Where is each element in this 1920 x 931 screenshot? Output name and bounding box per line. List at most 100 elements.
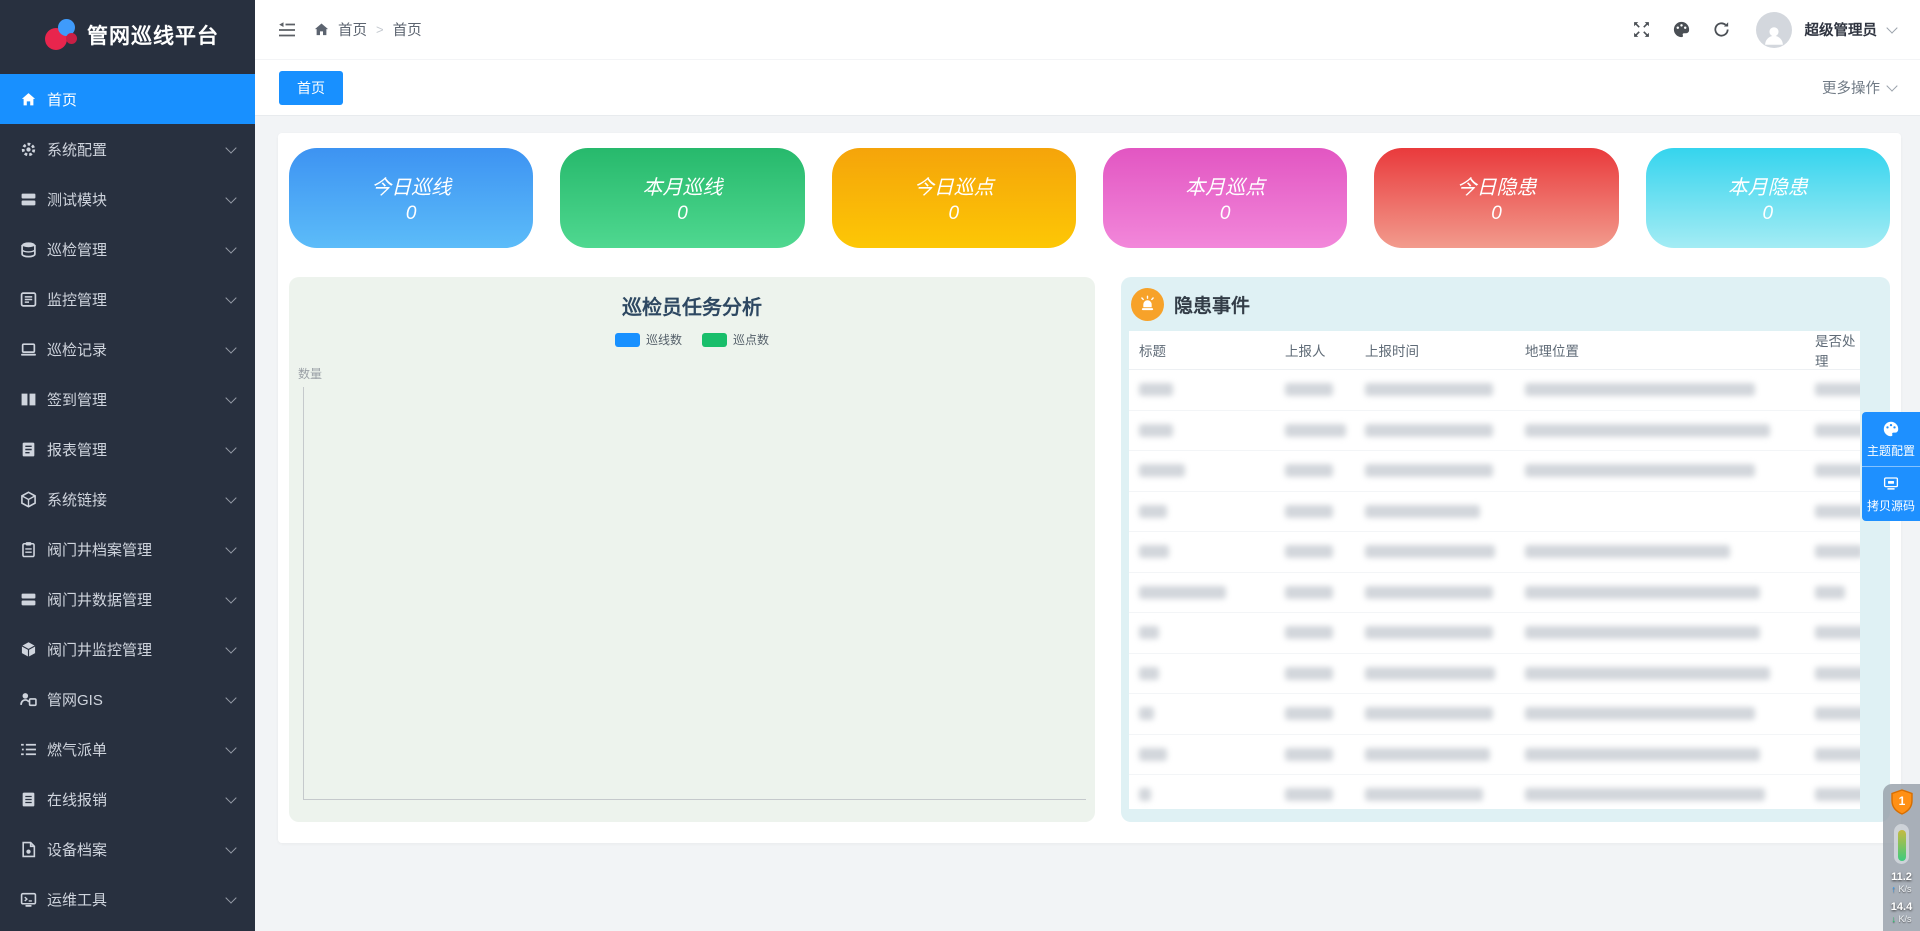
chevron-down-icon: [225, 242, 236, 253]
chart-title: 巡检员任务分析: [289, 291, 1095, 320]
upload-speed: 11.2 ↑ K/s: [1891, 871, 1912, 894]
tab-home[interactable]: 首页: [279, 71, 343, 105]
sidebar-item-1[interactable]: 首页: [0, 74, 255, 124]
sidebar-item-12[interactable]: 阀门井监控管理: [0, 624, 255, 674]
hazard-panel-header: 隐患事件: [1121, 277, 1890, 321]
sidebar-item-5[interactable]: 监控管理: [0, 274, 255, 324]
table-row[interactable]: [1129, 492, 1860, 533]
chevron-down-icon: [225, 842, 236, 853]
chevron-down-icon: [225, 442, 236, 453]
table-row[interactable]: [1129, 411, 1860, 452]
breadcrumb-current: 首页: [393, 19, 422, 40]
redacted-text: [1525, 586, 1760, 599]
redacted-text: [1525, 424, 1770, 437]
redacted-text: [1365, 748, 1490, 761]
column-header: 地理位置: [1515, 340, 1805, 360]
sidebar-item-3[interactable]: 测试模块: [0, 174, 255, 224]
redacted-text: [1139, 626, 1159, 639]
copy-source-button[interactable]: 拷贝源码: [1862, 466, 1920, 521]
table-row[interactable]: [1129, 775, 1860, 809]
table-row[interactable]: [1129, 654, 1860, 695]
logo-icon: [44, 18, 78, 52]
refresh-icon[interactable]: [1712, 20, 1731, 39]
sidebar-item-4[interactable]: 巡检管理: [0, 224, 255, 274]
redacted-text: [1365, 424, 1493, 437]
column-header: 上报人: [1275, 340, 1355, 360]
redacted-text: [1285, 505, 1333, 518]
table-row[interactable]: [1129, 573, 1860, 614]
column-header: 上报时间: [1355, 340, 1515, 360]
chevron-down-icon: [225, 742, 236, 753]
home-icon[interactable]: [314, 22, 329, 37]
table-row[interactable]: [1129, 735, 1860, 776]
redacted-text: [1285, 626, 1333, 639]
redacted-text: [1365, 505, 1480, 518]
redacted-text: [1815, 626, 1860, 639]
app-root: 管网巡线平台 首页 系统配置 测试模块 巡检管理 监控管理 巡检记录: [0, 0, 1920, 931]
stat-card: 本月隐患 0: [1646, 148, 1890, 248]
redacted-text: [1139, 586, 1226, 599]
breadcrumb: 首页 > 首页: [314, 19, 422, 40]
more-operations[interactable]: 更多操作: [1822, 77, 1896, 98]
top-bar: 首页 > 首页 超级管理员: [255, 0, 1920, 60]
collapse-menu-icon[interactable]: [277, 20, 297, 40]
chevron-down-icon[interactable]: [1886, 22, 1897, 33]
theme-config-button[interactable]: 主题配置: [1862, 412, 1920, 466]
table-row[interactable]: [1129, 451, 1860, 492]
content-area: 今日巡线 0 本月巡线 0 今日巡点 0 本月巡点 0 今日隐患 0: [255, 117, 1920, 931]
sidebar-item-17[interactable]: 运维工具: [0, 874, 255, 924]
breadcrumb-root[interactable]: 首页: [338, 19, 367, 40]
user-avatar[interactable]: [1756, 12, 1792, 48]
sidebar-item-13[interactable]: 管网GIS: [0, 674, 255, 724]
sidebar-item-8[interactable]: 报表管理: [0, 424, 255, 474]
chevron-down-icon: [225, 392, 236, 403]
sidebar-item-10[interactable]: 阀门井档案管理: [0, 524, 255, 574]
net-speed-widget[interactable]: 1 11.2 ↑ K/s 14.4 ↓ K/s: [1883, 784, 1920, 931]
down-arrow-icon: ↓: [1891, 914, 1896, 924]
table-header: 标题上报人上报时间地理位置是否处理: [1129, 331, 1860, 370]
redacted-text: [1815, 788, 1860, 801]
legend-swatch: [615, 333, 640, 347]
redacted-text: [1815, 748, 1860, 761]
alarm-siren-icon: [1131, 288, 1164, 321]
dashboard-card: 今日巡线 0 本月巡线 0 今日巡点 0 本月巡点 0 今日隐患 0: [278, 133, 1901, 843]
topbar-actions: 超级管理员: [1632, 12, 1897, 48]
server-icon: [20, 191, 37, 208]
fullscreen-icon[interactable]: [1632, 20, 1651, 39]
stat-card: 今日巡点 0: [832, 148, 1076, 248]
copy-source-label: 拷贝源码: [1867, 497, 1915, 514]
column-header: 是否处理: [1805, 331, 1860, 370]
redacted-text: [1815, 545, 1860, 558]
clipboard-icon: [20, 541, 37, 558]
chevron-down-icon: [225, 492, 236, 503]
redacted-text: [1525, 667, 1770, 680]
table-row[interactable]: [1129, 532, 1860, 573]
sidebar-item-9[interactable]: 系统链接: [0, 474, 255, 524]
list-icon: [20, 741, 37, 758]
username[interactable]: 超级管理员: [1805, 19, 1878, 40]
legend-item[interactable]: 巡点数: [702, 331, 769, 348]
legend-item[interactable]: 巡线数: [615, 331, 682, 348]
sidebar-item-15[interactable]: 在线报销: [0, 774, 255, 824]
home-icon: [20, 91, 37, 108]
sidebar-item-2[interactable]: 系统配置: [0, 124, 255, 174]
redacted-text: [1815, 667, 1860, 680]
sidebar-item-14[interactable]: 燃气派单: [0, 724, 255, 774]
table-row[interactable]: [1129, 370, 1860, 411]
sidebar-item-11[interactable]: 阀门井数据管理: [0, 574, 255, 624]
sidebar-item-7[interactable]: 签到管理: [0, 374, 255, 424]
redacted-text: [1139, 464, 1185, 477]
redacted-text: [1365, 667, 1495, 680]
terminal-icon: [20, 891, 37, 908]
shield-badge-count: 1: [1898, 794, 1905, 808]
redacted-text: [1285, 424, 1346, 437]
redacted-text: [1525, 748, 1760, 761]
breadcrumb-separator: >: [376, 22, 384, 37]
theme-palette-icon[interactable]: [1672, 20, 1691, 39]
sidebar-item-6[interactable]: 巡检记录: [0, 324, 255, 374]
sidebar-item-16[interactable]: 设备档案: [0, 824, 255, 874]
table-row[interactable]: [1129, 694, 1860, 735]
download-speed: 14.4 ↓ K/s: [1891, 901, 1912, 924]
redacted-text: [1365, 383, 1493, 396]
table-row[interactable]: [1129, 613, 1860, 654]
